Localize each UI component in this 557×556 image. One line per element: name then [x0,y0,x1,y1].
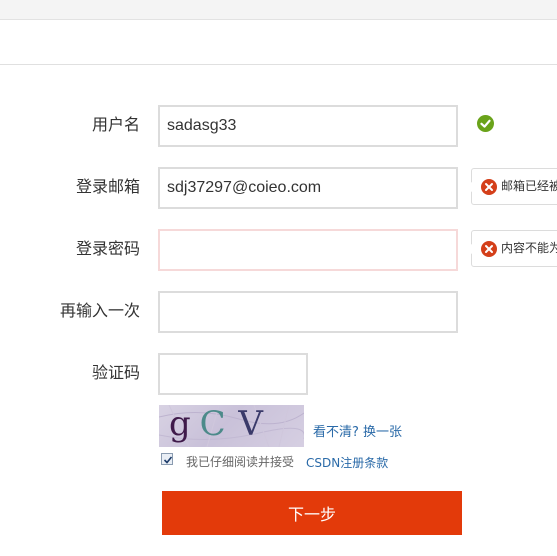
captcha-char: P [159,444,181,447]
username-label: 用户名 [91,115,140,134]
confirm-password-input[interactable] [158,291,458,333]
captcha-char: 3 [193,444,218,447]
x-circle-icon [481,241,497,257]
error-tooltip-container: 邮箱已经被 内容不能为 [471,0,557,556]
email-label: 登录邮箱 [75,177,140,196]
terms-link[interactable]: CSDN注册条款 [306,454,388,471]
email-input[interactable] [158,167,458,209]
captcha-label: 验证码 [91,363,140,382]
captcha-char: g [169,405,194,444]
agree-text: 我已仔细阅读并接受 [186,455,295,469]
captcha-input[interactable] [158,353,308,395]
captcha-char: V [238,405,266,444]
password-error-tooltip: 内容不能为 [471,230,557,267]
x-circle-icon [481,179,497,195]
captcha-char: C [199,405,229,444]
agree-checkbox[interactable] [161,453,173,465]
refresh-captcha-link[interactable]: 看不清? 换一张 [313,421,402,440]
confirm-password-label: 再输入一次 [59,301,140,320]
email-error-text: 邮箱已经被 [501,179,557,193]
password-input[interactable] [158,229,458,271]
password-label: 登录密码 [75,239,140,258]
next-step-button[interactable]: 下一步 [162,491,462,535]
username-input[interactable] [158,105,458,147]
password-error-text: 内容不能为 [501,241,557,255]
email-error-tooltip: 邮箱已经被 [471,168,557,205]
captcha-image[interactable]: g C V P 3 [159,405,304,447]
checkmark-icon [163,456,173,464]
